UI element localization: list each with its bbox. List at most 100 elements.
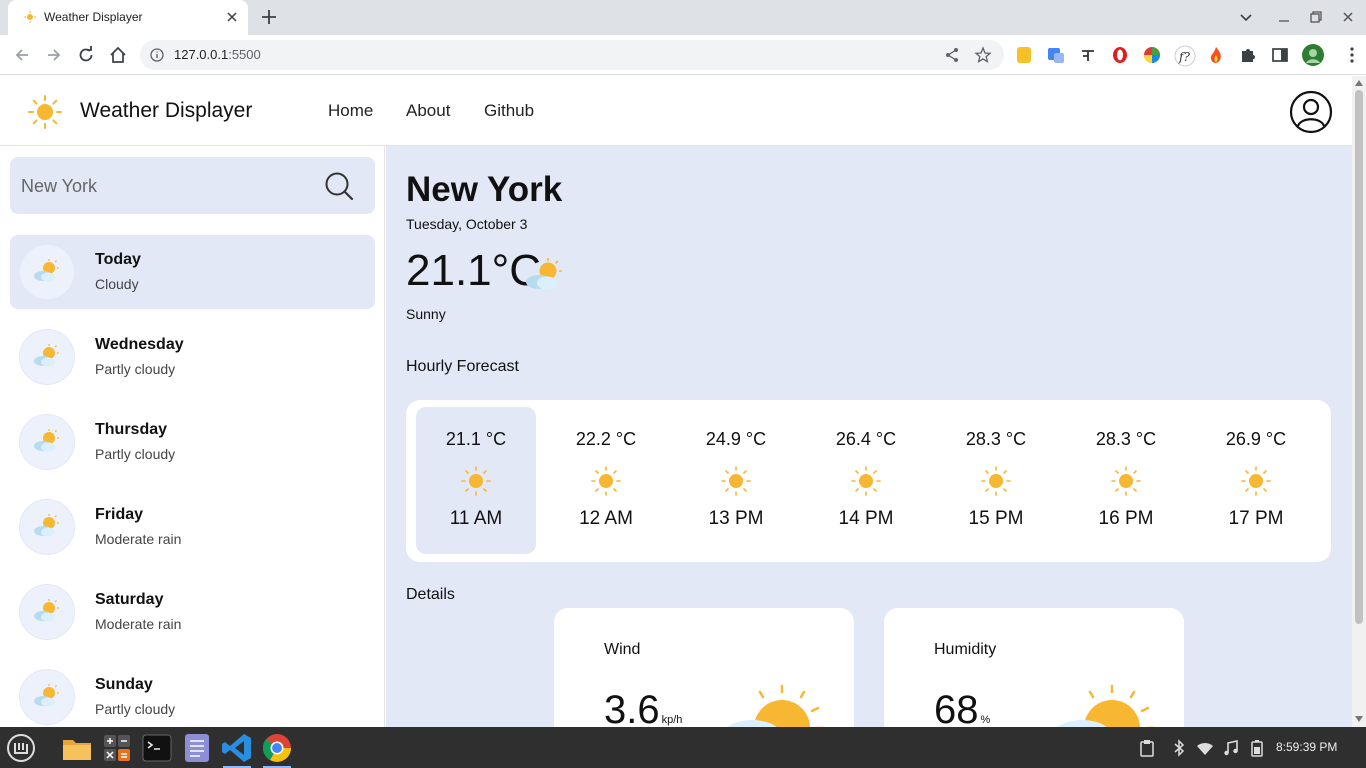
sound-tray-icon[interactable]: [1222, 739, 1240, 757]
hourly-temp: 22.2 °C: [575, 429, 637, 449]
close-window-icon[interactable]: [1340, 9, 1356, 25]
wind-card: Wind 3.6 kp/h: [554, 608, 854, 727]
sun-icon: [460, 465, 492, 497]
forecast-day-item[interactable]: Today Cloudy: [10, 235, 375, 309]
svg-text:f?: f?: [1178, 50, 1190, 64]
vscode-icon[interactable]: [220, 731, 254, 768]
hourly-time: 14 PM: [838, 508, 894, 529]
humidity-card: Humidity 68%: [884, 608, 1184, 727]
page-scrollbar[interactable]: [1352, 76, 1366, 727]
hourly-item[interactable]: 28.3 °C 16 PM: [1066, 407, 1186, 554]
share-icon[interactable]: [944, 47, 960, 63]
forecast-day-item[interactable]: Wednesday Partly cloudy: [10, 320, 375, 394]
nav-github-link[interactable]: Github: [484, 101, 534, 121]
hourly-item[interactable]: 24.9 °C 13 PM: [676, 407, 796, 554]
forecast-day-item[interactable]: Saturday Moderate rain: [10, 575, 375, 649]
scroll-down-arrow-icon[interactable]: [1355, 716, 1363, 722]
bluetooth-tray-icon[interactable]: [1170, 739, 1188, 757]
nav-home-link[interactable]: Home: [328, 101, 373, 121]
url-port: :5500: [228, 47, 261, 62]
user-profile-icon[interactable]: [1289, 90, 1333, 134]
top-navbar: Weather Displayer Home About Github: [0, 76, 1352, 146]
wind-value: 3.6: [604, 688, 660, 727]
start-menu-icon[interactable]: [4, 731, 38, 765]
home-icon[interactable]: [108, 45, 128, 65]
file-manager-icon[interactable]: [60, 731, 94, 765]
new-tab-icon[interactable]: [260, 8, 278, 26]
day-condition: Cloudy: [95, 276, 139, 292]
hourly-item[interactable]: 26.9 °C 17 PM: [1196, 407, 1316, 554]
site-info-icon[interactable]: [150, 48, 164, 62]
cloud-sun-icon: [20, 670, 74, 724]
sun-favicon-icon: [24, 11, 36, 23]
main-panel: New York Tuesday, October 3 21.1°C Sunny…: [386, 146, 1352, 727]
humidity-unit: %: [980, 714, 991, 726]
opera-extension-icon[interactable]: [1110, 45, 1130, 65]
hourly-item[interactable]: 22.2 °C 12 AM: [546, 407, 666, 554]
forecast-day-item[interactable]: Thursday Partly cloudy: [10, 405, 375, 479]
calculator-icon[interactable]: [100, 731, 134, 765]
chrome-icon[interactable]: [260, 731, 294, 768]
browser-tab[interactable]: Weather Displayer: [8, 0, 248, 35]
tab-search-icon[interactable]: [1238, 9, 1254, 25]
wifi-tray-icon[interactable]: [1196, 739, 1214, 757]
wind-label: Wind: [604, 641, 641, 658]
hourly-item[interactable]: 21.1 °C 11 AM: [416, 407, 536, 554]
hourly-temp: 28.3 °C: [965, 429, 1027, 449]
details-title: Details: [406, 586, 455, 603]
reload-icon[interactable]: [76, 45, 96, 65]
hourly-time: 15 PM: [968, 508, 1024, 529]
hourly-time: 13 PM: [708, 508, 764, 529]
battery-tray-icon[interactable]: [1248, 739, 1266, 757]
sun-cloud-illustration-icon: [714, 680, 834, 727]
scrollbar-thumb[interactable]: [1355, 90, 1363, 624]
wind-value-row: 3.6 kp/h: [604, 688, 682, 727]
restore-icon[interactable]: [1308, 9, 1324, 25]
browser-tab-strip: Weather Displayer: [0, 0, 1366, 35]
extensions-puzzle-icon[interactable]: [1238, 45, 1258, 65]
search-icon[interactable]: [324, 171, 354, 201]
side-panel-icon[interactable]: [1270, 45, 1290, 65]
clipboard-tray-icon[interactable]: [1138, 739, 1156, 757]
hourly-time: 16 PM: [1098, 508, 1154, 529]
humidity-value: 68: [934, 688, 979, 727]
scroll-up-arrow-icon[interactable]: [1355, 80, 1363, 86]
back-icon[interactable]: [12, 45, 32, 65]
sun-icon: [980, 465, 1012, 497]
sun-icon: [720, 465, 752, 497]
browser-menu-icon[interactable]: [1342, 45, 1362, 65]
hourly-time: 17 PM: [1228, 508, 1284, 529]
day-condition: Partly cloudy: [95, 701, 176, 717]
profile-avatar-icon[interactable]: [1301, 43, 1325, 67]
flame-extension-icon[interactable]: [1206, 45, 1226, 65]
bookmark-star-icon[interactable]: [974, 46, 992, 64]
current-temperature: 21.1°C: [406, 246, 542, 295]
forward-icon[interactable]: [44, 45, 64, 65]
os-taskbar: 8:59:39 PM: [0, 727, 1366, 768]
hourly-item[interactable]: 28.3 °C 15 PM: [936, 407, 1056, 554]
hourly-forecast-strip: 21.1 °C 11 AM 22.2 °C 12 AM 24.9 °C 13 P…: [406, 400, 1331, 562]
city-search-input[interactable]: [21, 173, 311, 199]
translate-extension-icon[interactable]: [1046, 45, 1066, 65]
keep-extension-icon[interactable]: [1014, 45, 1034, 65]
text-editor-icon[interactable]: [180, 731, 214, 765]
close-tab-icon[interactable]: [224, 9, 240, 25]
city-name: New York: [406, 170, 563, 209]
nav-about-link[interactable]: About: [406, 101, 450, 121]
hourly-temp: 26.9 °C: [1225, 429, 1287, 449]
color-picker-extension-icon[interactable]: [1142, 45, 1162, 65]
minimize-icon[interactable]: [1276, 9, 1292, 25]
forecast-day-item[interactable]: Friday Moderate rain: [10, 490, 375, 564]
sidebar: Today Cloudy Wednesday Partly cloudy Thu…: [0, 146, 385, 727]
hourly-item[interactable]: 26.4 °C 14 PM: [806, 407, 926, 554]
terminal-icon[interactable]: [140, 731, 174, 765]
forecast-day-item[interactable]: Sunday Partly cloudy: [10, 660, 375, 727]
sun-logo-icon: [27, 94, 63, 130]
hindi-input-extension-icon[interactable]: [1078, 45, 1098, 65]
humidity-value-row: 68%: [934, 688, 990, 727]
cloud-sun-icon: [20, 585, 74, 639]
system-clock[interactable]: 8:59:39 PM: [1276, 740, 1337, 754]
font-identifier-extension-icon[interactable]: f?: [1174, 45, 1196, 67]
address-bar[interactable]: 127.0.0.1:5500: [140, 40, 1004, 70]
day-condition: Partly cloudy: [95, 446, 176, 462]
